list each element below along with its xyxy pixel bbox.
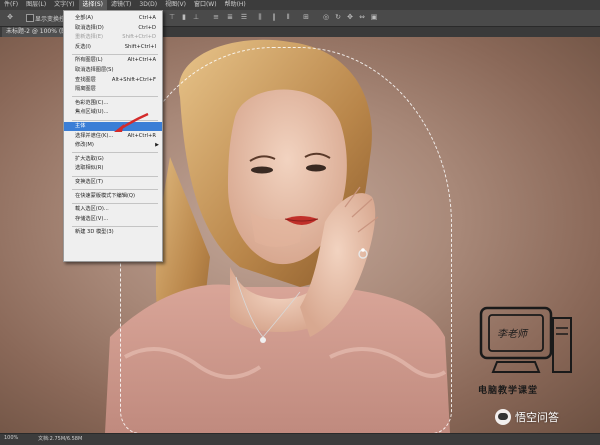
menu-item-label: 修改(M) [75,142,94,149]
menu-item[interactable]: 变换选区(T) [64,178,162,187]
menu-item[interactable]: 隔离图层 [64,85,162,94]
menu-separator [72,189,158,191]
menu-item-label: 主体 [75,123,86,129]
3d-rotate-icon[interactable]: ◎ [322,13,330,21]
menu-item-label: 反选(I) [75,43,91,50]
auto-align-icon[interactable]: ⊞ [302,13,310,21]
menu-5[interactable]: 3D(D) [135,0,161,10]
select-menu-dropdown: 全部(A) Ctrl+A 取消选择(D) Ctrl+D 重新选择(E) Shift+Ctr… [63,10,163,262]
menu-7[interactable]: 窗口(W) [190,0,221,10]
menu-item[interactable]: 全部(A) Ctrl+A [64,14,162,23]
menu-8[interactable]: 帮助(H) [221,0,250,10]
menu-item-label: 查找图层 [75,76,96,83]
3d-roll-icon[interactable]: ↻ [334,13,342,21]
menu-item-shortcut: Ctrl+D [138,24,156,31]
menu-0[interactable]: 件(F) [0,0,22,10]
submenu-arrow-icon: ▶ [155,142,159,149]
menu-item-label: 选择并遮住(K)... [75,132,114,139]
menu-item[interactable]: 存储选区(V)... [64,215,162,224]
3d-scale-icon[interactable]: ▣ [370,13,378,21]
menu-separator [72,53,158,55]
menu-separator [72,152,158,154]
status-bar: 100% 文档:2.75M/6.58M [0,433,600,445]
menu-item[interactable]: 新建 3D 模型(3) [64,228,162,237]
menu-item-label: 取消选择图层(S) [75,67,114,73]
menu-item[interactable]: 反选(I) Shift+Ctrl+I [64,43,162,52]
menu-item-label: 扩大选取(G) [75,155,104,162]
3d-pan-icon[interactable]: ✥ [346,13,354,21]
menu-item-label: 存储选区(V)... [75,215,109,222]
align-bottom-icon[interactable]: ⊥ [192,13,200,21]
3d-slide-icon[interactable]: ⇔ [358,13,366,21]
menu-item-shortcut: Alt+Ctrl+A [127,57,157,64]
menu-item-label: 在快速蒙版模式下编辑(Q) [75,192,136,199]
menu-separator [72,175,158,177]
menu-item[interactable]: 所有图层(L) Alt+Ctrl+A [64,56,162,65]
menu-item[interactable]: 取消选择图层(S) [64,66,162,75]
distribute-right-icon[interactable]: ⦀ [284,13,292,21]
document-size: 文档:2.75M/6.58M [38,436,83,442]
menu-item[interactable]: 焦点区域(U)... [64,108,162,117]
logo-screen-text: 李老师 [497,329,527,340]
selection-marquee [120,47,452,433]
menu-1[interactable]: 图层(L) [22,0,50,10]
menu-item-label: 所有图层(L) [75,57,103,64]
menu-item[interactable]: 主体 [64,122,162,131]
menu-item[interactable]: 查找图层 Alt+Shift+Ctrl+F [64,76,162,85]
align-top-icon[interactable]: ⊤ [168,13,176,21]
menu-separator [72,225,158,227]
menu-item-label: 全部(A) [75,15,93,21]
menu-separator [72,96,158,98]
menu-item-label: 载入选区(O)... [75,206,109,213]
menu-bar: 件(F) 图层(L) 文字(Y) 选择(S) 滤镜(T) 3D(D) 视图(V) 窗口(W) 帮… [0,0,600,10]
zoom-level[interactable]: 100% [4,435,18,441]
distribute-left-icon[interactable]: ⫼ [256,13,264,21]
menu-item-shortcut: Shift+Ctrl+I [124,43,156,50]
distribute-middle-icon[interactable]: ≣ [226,13,234,21]
menu-item[interactable]: 色彩范围(C)... [64,99,162,108]
distribute-center-icon[interactable]: ‖ [270,13,278,21]
menu-item[interactable]: 重新选择(E) Shift+Ctrl+D [64,33,162,42]
menu-item-shortcut: Alt+Shift+Ctrl+F [111,76,156,83]
menu-item-label: 变换选区(T) [75,179,103,185]
menu-item[interactable]: 扩大选取(G) [64,155,162,164]
site-watermark-text: 悟空问答 [515,411,559,424]
menu-item-label: 色彩范围(C)... [75,99,109,106]
menu-3[interactable]: 选择(S) [78,0,108,10]
menu-item-shortcut: Shift+Ctrl+D [122,34,156,41]
align-middle-icon[interactable]: ▮ [180,13,188,21]
distribute-top-icon[interactable]: ≡ [212,13,220,21]
distribute-bottom-icon[interactable]: ☰ [240,13,248,21]
menu-item-label: 焦点区域(U)... [75,109,109,116]
menu-separator [72,119,158,121]
computer-logo-icon [479,306,572,373]
menu-item-label: 选取相似(R) [75,165,104,172]
menu-separator [72,202,158,204]
menu-item[interactable]: 载入选区(O)... [64,205,162,214]
menu-item-label: 隔离图层 [75,86,96,93]
menu-4[interactable]: 滤镜(T) [107,0,135,10]
menu-item-shortcut: Ctrl+A [138,15,156,21]
menu-item[interactable]: 选取相似(R) [64,164,162,173]
menu-item[interactable]: 选择并遮住(K)... Alt+Ctrl+R [64,132,162,141]
menu-item[interactable]: 在快速蒙版模式下编辑(Q) [64,192,162,201]
menu-item-label: 重新选择(E) [75,34,104,41]
menu-2[interactable]: 文字(Y) [50,0,78,10]
menu-item[interactable]: 取消选择(D) Ctrl+D [64,24,162,33]
menu-item[interactable]: 修改(M) ▶ [64,141,162,150]
move-tool-icon[interactable]: ✥ [6,13,14,21]
show-transform-controls-checkbox[interactable] [26,14,34,22]
speech-bubble-inner-icon [498,413,508,420]
menu-6[interactable]: 视图(V) [161,0,190,10]
menu-item-shortcut: Alt+Ctrl+R [127,132,156,139]
menu-item-label: 取消选择(D) [75,24,104,31]
logo-caption: 电脑教学课堂 [478,386,539,396]
site-watermark: 悟空问答 [495,408,595,426]
menu-item-label: 新建 3D 模型(3) [75,229,114,236]
